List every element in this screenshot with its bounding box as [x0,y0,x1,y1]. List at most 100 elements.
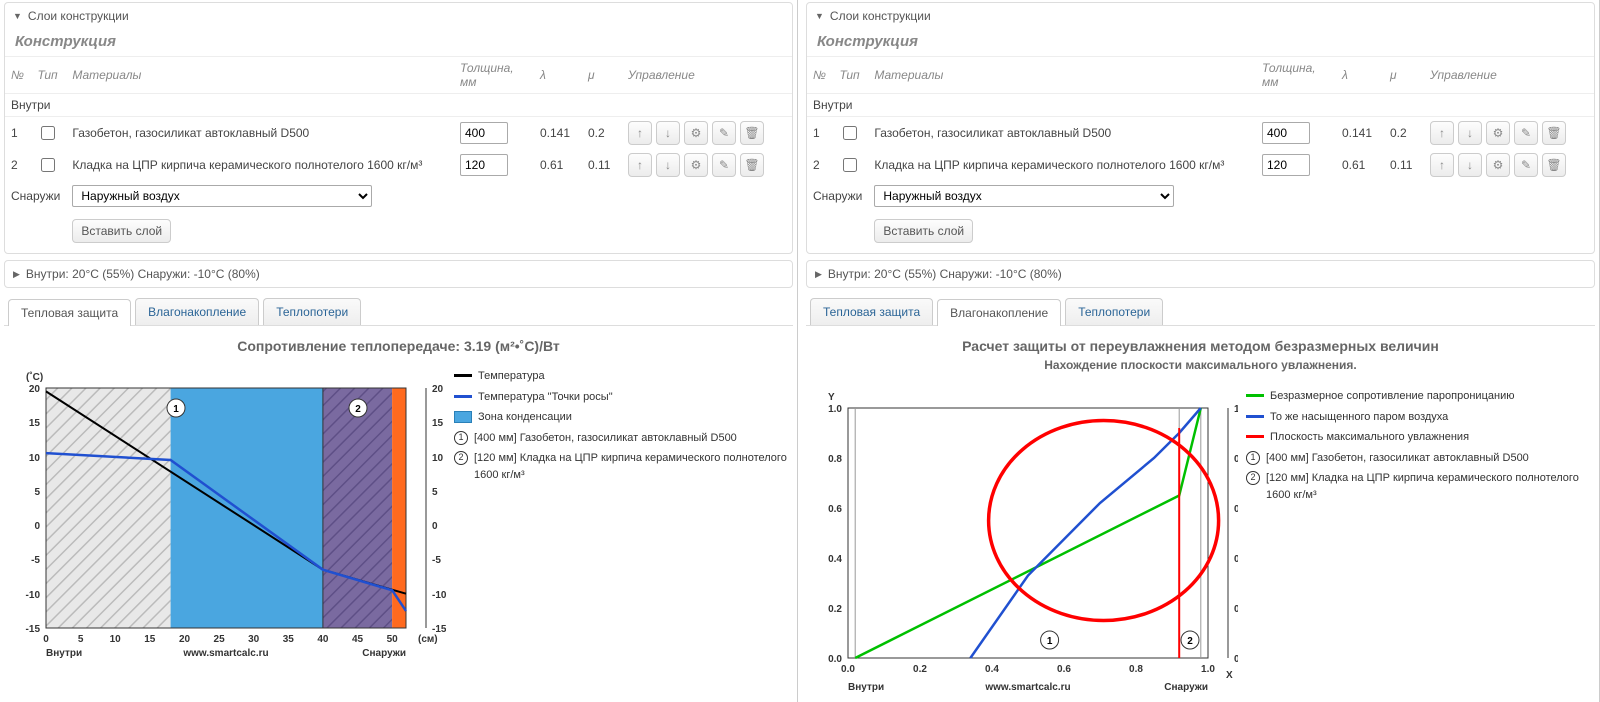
settings-button[interactable]: ⚙ [1486,121,1510,145]
move-up-button[interactable]: ↑ [628,153,652,177]
edit-button[interactable]: ✎ [1514,121,1538,145]
expand-icon: ▶ [13,269,20,280]
move-down-button[interactable]: ↓ [1458,153,1482,177]
settings-button[interactable]: ⚙ [1486,153,1510,177]
row-no: 2 [5,149,31,181]
layers-panel: ▼ Слои конструкции Конструкция № Тип Мат… [806,2,1595,254]
insert-layer-button[interactable]: Вставить слой [874,219,973,243]
table-row: 1 Газобетон, газосиликат автоклавный D50… [807,117,1594,150]
svg-text:0.6: 0.6 [1234,504,1238,515]
tab-heatloss[interactable]: Теплопотери [1065,298,1163,325]
env-panel[interactable]: ▶ Внутри: 20°C (55%) Снаружи: -10°C (80%… [806,260,1595,288]
row-lambda: 0.61 [1336,149,1384,181]
delete-button[interactable]: 🗑 [740,121,764,145]
delete-button[interactable]: 🗑 [740,153,764,177]
svg-text:25: 25 [214,634,226,645]
svg-text:15: 15 [29,418,41,429]
settings-button[interactable]: ⚙ [684,153,708,177]
svg-text:20: 20 [29,384,41,395]
col-no: № [5,57,31,94]
svg-text:15: 15 [144,634,156,645]
moisture-chart: 1.01.0 0.80.8 0.60.6 0.40.4 0.20.2 0.00.… [808,388,1238,698]
svg-text:15: 15 [432,418,444,429]
edit-button[interactable]: ✎ [712,121,736,145]
delete-button[interactable]: 🗑 [1542,121,1566,145]
thickness-input[interactable] [1262,154,1310,176]
row-material: Кладка на ЦПР кирпича керамического полн… [66,149,454,181]
move-up-button[interactable]: ↑ [1430,153,1454,177]
svg-text:Внутри: Внутри [46,648,82,658]
svg-text:45: 45 [352,634,364,645]
outside-label: Снаружи [5,181,66,211]
svg-text:0: 0 [432,521,438,532]
col-lambda: λ [534,57,582,94]
chart-title: Сопротивление теплопередаче: 3.19 (м²•˚С… [0,326,797,358]
outside-select[interactable]: Наружный воздух [72,185,372,207]
move-down-button[interactable]: ↓ [656,153,680,177]
svg-text:20: 20 [179,634,191,645]
svg-text:-5: -5 [31,555,40,566]
col-type: Тип [31,57,66,94]
table-row: 1 Газобетон, газосиликат автоклавный D50… [5,117,792,150]
svg-text:1.0: 1.0 [1201,664,1215,675]
layers-table: № Тип Материалы Толщина, мм λ μ Управлен… [807,56,1594,253]
tab-moisture[interactable]: Влагонакопление [135,298,259,325]
inside-label: Внутри [5,94,792,117]
thickness-input[interactable] [1262,122,1310,144]
svg-text:Y: Y [828,392,835,403]
inside-label: Внутри [807,94,1594,117]
col-materials: Материалы [66,57,454,94]
move-down-button[interactable]: ↓ [1458,121,1482,145]
row-type-checkbox[interactable] [843,126,857,140]
env-summary: Внутри: 20°C (55%) Снаружи: -10°C (80%) [26,267,260,281]
insert-layer-button[interactable]: Вставить слой [72,219,171,243]
tab-heatloss[interactable]: Теплопотери [263,298,361,325]
col-type: Тип [833,57,868,94]
row-mu: 0.2 [582,117,622,150]
panel-header[interactable]: ▼ Слои конструкции [5,3,792,29]
row-no: 2 [807,149,833,181]
svg-text:10: 10 [432,453,444,464]
panel-header[interactable]: ▼ Слои конструкции [807,3,1594,29]
move-up-button[interactable]: ↑ [1430,121,1454,145]
svg-text:40: 40 [317,634,329,645]
tab-thermal[interactable]: Тепловая защита [810,298,933,325]
svg-text:1.0: 1.0 [828,404,842,415]
svg-text:0: 0 [34,521,40,532]
env-summary: Внутри: 20°C (55%) Снаружи: -10°C (80%) [828,267,1062,281]
row-type-checkbox[interactable] [41,158,55,172]
tab-thermal[interactable]: Тепловая защита [8,299,131,326]
col-mu: μ [582,57,622,94]
chart-subtitle: Нахождение плоскости максимального увлаж… [802,358,1599,378]
col-materials: Материалы [868,57,1256,94]
move-up-button[interactable]: ↑ [628,121,652,145]
thickness-input[interactable] [460,154,508,176]
move-down-button[interactable]: ↓ [656,121,680,145]
outside-label: Снаружи [807,181,868,211]
col-manage: Управление [1424,57,1594,94]
delete-button[interactable]: 🗑 [1542,153,1566,177]
thickness-input[interactable] [460,122,508,144]
settings-button[interactable]: ⚙ [684,121,708,145]
chart-area: Расчет защиты от переувлажнения методом … [802,326,1599,702]
svg-text:0.6: 0.6 [828,504,842,515]
col-no: № [807,57,833,94]
tab-moisture[interactable]: Влагонакопление [937,299,1061,326]
row-type-checkbox[interactable] [41,126,55,140]
chart-legend: Безразмерное сопротивление паропроницани… [1246,388,1593,698]
outside-select[interactable]: Наружный воздух [874,185,1174,207]
tabs: Тепловая защита Влагонакопление Теплопот… [4,294,793,326]
row-material: Кладка на ЦПР кирпича керамического полн… [868,149,1256,181]
table-row: 2 Кладка на ЦПР кирпича керамического по… [807,149,1594,181]
row-lambda: 0.141 [534,117,582,150]
row-type-checkbox[interactable] [843,158,857,172]
svg-text:1: 1 [173,404,179,415]
tabs: Тепловая защита Влагонакопление Теплопот… [806,294,1595,326]
row-lambda: 0.141 [1336,117,1384,150]
row-mu: 0.11 [1384,149,1424,181]
chart-title: Расчет защиты от переувлажнения методом … [802,326,1599,358]
svg-text:0.0: 0.0 [841,664,855,675]
edit-button[interactable]: ✎ [712,153,736,177]
env-panel[interactable]: ▶ Внутри: 20°C (55%) Снаружи: -10°C (80%… [4,260,793,288]
edit-button[interactable]: ✎ [1514,153,1538,177]
